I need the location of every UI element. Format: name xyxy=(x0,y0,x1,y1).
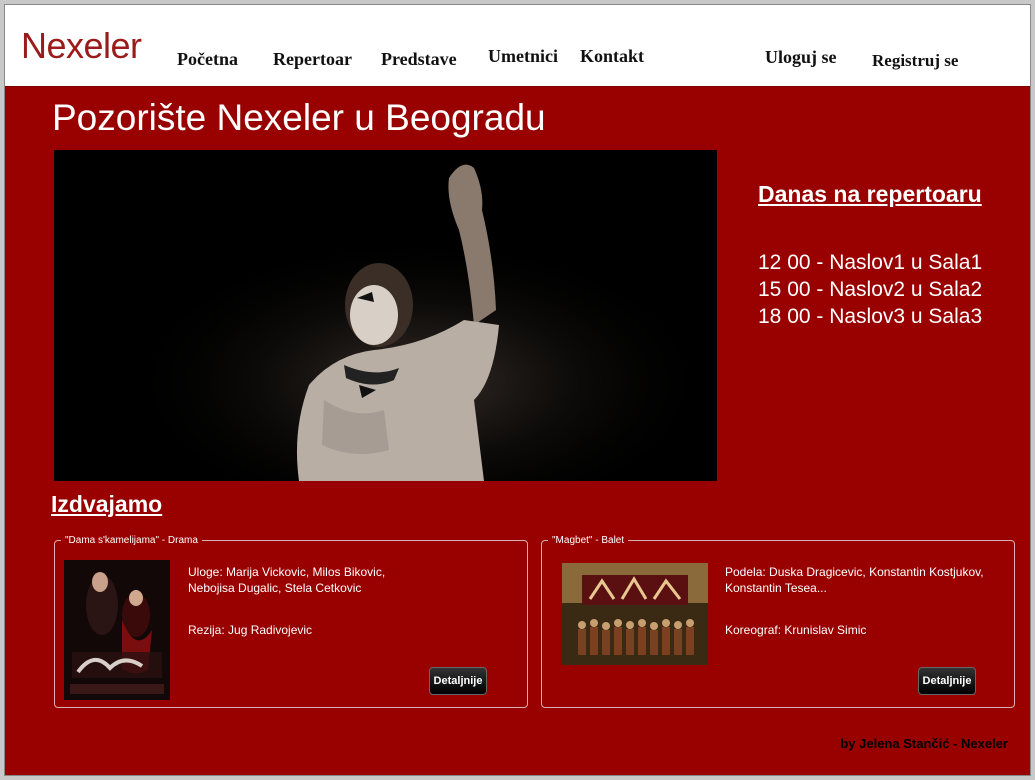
nav-item-repertoar[interactable]: Repertoar xyxy=(273,49,352,70)
nav-item-kontakt[interactable]: Kontakt xyxy=(580,46,644,67)
poster-image xyxy=(64,560,170,700)
nav-item-umetnici[interactable]: Umetnici xyxy=(488,46,558,67)
footer-credit: by Jelena Stančić - Nexeler xyxy=(840,736,1008,751)
site-logo[interactable]: Nexeler xyxy=(21,25,142,67)
page-frame: Nexeler Početna Repertoar Predstave Umet… xyxy=(4,4,1031,776)
card-legend: "Magbet" - Balet xyxy=(552,535,625,546)
schedule-item: 18 00 - Naslov3 u Sala3 xyxy=(758,305,983,328)
card-crew: Koreograf: Krunislav Simic xyxy=(725,623,867,637)
featured-heading: Izdvajamo xyxy=(51,491,163,517)
schedule-item: 12 00 - Naslov1 u Sala1 xyxy=(758,251,983,274)
card-legend: "Dama s'kamelijama" - Drama xyxy=(65,535,198,546)
card-cast: Uloge: Marija Vickovic, Milos Bikovic, N… xyxy=(188,565,386,595)
poster-dama-s-kamelijama[interactable] xyxy=(64,560,170,700)
poster-magbet[interactable] xyxy=(562,563,708,665)
schedule-item: 15 00 - Naslov2 u Sala2 xyxy=(758,278,983,301)
page-title: Pozorište Nexeler u Beogradu xyxy=(52,97,546,138)
nav-item-predstave[interactable]: Predstave xyxy=(381,49,457,70)
login-link[interactable]: Uloguj se xyxy=(765,47,837,68)
card-crew: Rezija: Jug Radivojevic xyxy=(188,623,313,637)
today-schedule: 12 00 - Naslov1 u Sala1 15 00 - Naslov2 … xyxy=(758,249,982,330)
poster-image xyxy=(562,563,708,665)
site-header: Nexeler Početna Repertoar Predstave Umet… xyxy=(5,5,1030,87)
details-button[interactable]: Detaljnije xyxy=(918,667,976,695)
details-button[interactable]: Detaljnije xyxy=(429,667,487,695)
today-heading: Danas na repertoaru xyxy=(758,181,982,207)
register-link[interactable]: Registruj se xyxy=(872,51,958,71)
nav-item-pocetna[interactable]: Početna xyxy=(177,49,238,70)
hero-image xyxy=(54,150,717,481)
hero-performer-illustration xyxy=(54,150,717,481)
card-cast: Podela: Duska Dragicevic, Konstantin Kos… xyxy=(725,565,984,595)
